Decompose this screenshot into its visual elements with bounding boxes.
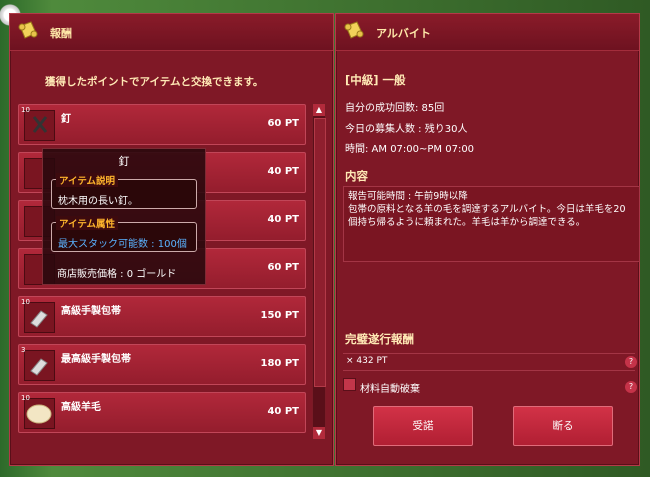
content-box: 報告可能時間 : 午前9時以降 包帯の原料となる羊の毛を調達するアルバイト。今日… — [343, 186, 640, 262]
job-time: 時間: AM 07:00~PM 07:00 — [345, 144, 475, 155]
reward-item-row-fine-wool[interactable]: 10 高級羊毛 40 PT — [18, 392, 306, 433]
item-name: 最高級手製包帯 — [61, 354, 131, 365]
item-qty: 10 — [21, 298, 30, 306]
job-panel-header[interactable]: アルバイト — [336, 14, 639, 51]
reward-value: × 432 PT — [346, 356, 388, 366]
tooltip-attribute-label: アイテム属性 — [56, 216, 119, 230]
item-price: 40 PT — [267, 214, 299, 225]
accept-button[interactable]: 受諾 — [373, 406, 473, 446]
item-price: 40 PT — [267, 166, 299, 177]
reward-intro-text: 獲得したポイントでアイテムと交換できます。 — [45, 76, 264, 88]
scroll-icon — [18, 21, 38, 39]
help-icon[interactable]: ? — [625, 381, 637, 393]
scroll-down-arrow-icon[interactable]: ▼ — [313, 427, 325, 439]
item-tooltip: 釘 アイテム説明 枕木用の長い釘。 アイテム属性 最大スタック可能数 : 100… — [42, 148, 206, 285]
divider — [343, 353, 635, 354]
reward-item-row-nail[interactable]: 10 釘 60 PT — [18, 104, 306, 145]
reward-item-row-fine-bandage[interactable]: 10 高級手製包帯 150 PT — [18, 296, 306, 337]
item-price: 150 PT — [260, 310, 299, 321]
wool-icon — [24, 398, 55, 429]
item-price: 60 PT — [267, 118, 299, 129]
recruit-today: 今日の募集人数 : 残り30人 — [345, 124, 468, 135]
decline-button[interactable]: 断る — [513, 406, 613, 446]
item-qty: 10 — [21, 106, 30, 114]
tooltip-attribute-text: 最大スタック可能数 : 100個 — [58, 239, 187, 250]
success-count: 自分の成功回数: 85回 — [345, 103, 445, 114]
tooltip-attribute-box: アイテム属性 最大スタック可能数 : 100個 — [51, 216, 197, 252]
tooltip-title: 釘 — [118, 155, 130, 168]
scrollbar-thumb[interactable] — [314, 118, 326, 387]
reward-panel-title: 報酬 — [50, 27, 72, 40]
reward-heading: 完璧遂行報酬 — [345, 332, 414, 346]
item-name: 高級羊毛 — [61, 402, 101, 413]
content-heading: 内容 — [345, 169, 368, 183]
reward-list-scrollbar[interactable]: ▲ ▼ — [312, 103, 326, 440]
content-text: 報告可能時間 : 午前9時以降 包帯の原料となる羊の毛を調達するアルバイト。今日… — [348, 191, 626, 228]
auto-discard-label: 材料自動破棄 — [360, 384, 420, 395]
tooltip-description-box: アイテム説明 枕木用の長い釘。 — [51, 173, 197, 209]
item-price: 40 PT — [267, 406, 299, 417]
nail-icon — [24, 110, 55, 141]
divider — [343, 370, 635, 371]
help-icon[interactable]: ? — [625, 356, 637, 368]
tooltip-description-label: アイテム説明 — [56, 173, 119, 187]
item-qty: 10 — [21, 394, 30, 402]
bandage-icon — [24, 302, 55, 333]
tooltip-description-text: 枕木用の長い釘。 — [58, 196, 138, 207]
job-rank: [中級] 一般 — [345, 73, 406, 87]
item-price: 180 PT — [260, 358, 299, 369]
bandage-icon — [24, 350, 55, 381]
item-price: 60 PT — [267, 262, 299, 273]
item-name: 高級手製包帯 — [61, 306, 121, 317]
reward-panel-header[interactable]: 報酬 — [10, 14, 333, 51]
item-name: 釘 — [61, 114, 71, 125]
tooltip-sell-price: 商店販売価格 : 0 ゴールド — [57, 269, 177, 280]
scroll-icon — [344, 21, 364, 39]
auto-discard-checkbox[interactable] — [343, 378, 356, 391]
reward-item-row-finest-bandage[interactable]: 3 最高級手製包帯 180 PT — [18, 344, 306, 385]
job-panel-title: アルバイト — [376, 27, 431, 40]
item-qty: 3 — [21, 346, 26, 354]
scroll-up-arrow-icon[interactable]: ▲ — [313, 104, 325, 116]
